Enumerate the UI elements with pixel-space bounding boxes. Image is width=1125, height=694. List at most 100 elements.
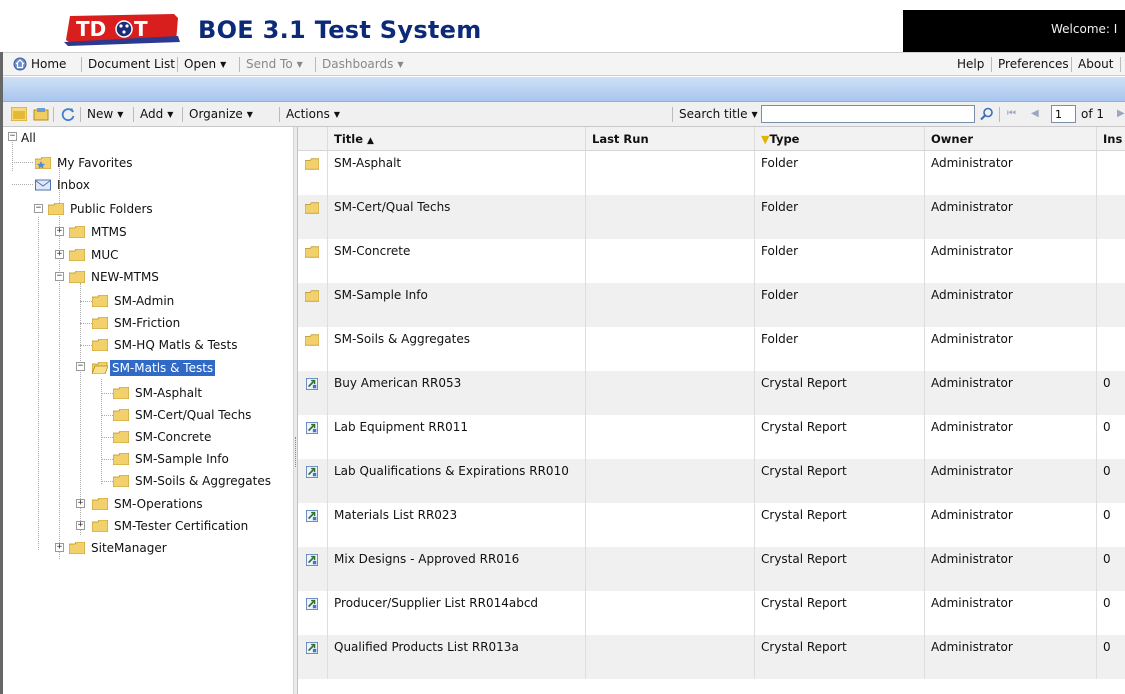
dashboards-menu[interactable]: Dashboards ▼ <box>322 57 404 71</box>
table-row[interactable]: Materials List RR023 Crystal Report Admini… <box>298 503 1125 547</box>
search-icon[interactable] <box>979 107 995 121</box>
expand-toggle[interactable]: + <box>76 521 85 530</box>
cell-title[interactable]: SM-Cert/Qual Techs <box>328 195 586 239</box>
collapse-toggle[interactable]: − <box>55 272 64 281</box>
tree-node-label: MTMS <box>91 225 127 239</box>
column-header-instances[interactable]: Ins <box>1097 127 1125 151</box>
tree-node-sm-asphalt[interactable]: SM-Asphalt <box>113 383 204 403</box>
tree-node-sm-operations[interactable]: SM-Operations <box>92 494 205 514</box>
cell-title[interactable]: Buy American RR053 <box>328 371 586 415</box>
tree-node-all[interactable]: All <box>21 128 36 148</box>
tree-node-sm-admin[interactable]: SM-Admin <box>92 291 176 311</box>
about-link[interactable]: About <box>1078 57 1113 71</box>
cell-title[interactable]: SM-Sample Info <box>328 283 586 327</box>
tree-node-sm-friction[interactable]: SM-Friction <box>92 313 182 333</box>
organize-menu[interactable]: Organize ▼ <box>189 107 253 121</box>
cell-title[interactable]: Lab Equipment RR011 <box>328 415 586 459</box>
row-icon-cell <box>298 459 328 503</box>
tree-node-sm-sample-info[interactable]: SM-Sample Info <box>113 449 231 469</box>
expand-toggle[interactable]: + <box>76 499 85 508</box>
first-page-icon[interactable]: ⏮ <box>1007 108 1016 119</box>
preferences-link[interactable]: Preferences <box>998 57 1069 71</box>
chevron-down-icon: ▼ <box>397 60 404 69</box>
help-link[interactable]: Help <box>957 57 984 71</box>
app-title: BOE 3.1 Test System <box>198 16 482 44</box>
cell-title[interactable]: Mix Designs - Approved RR016 <box>328 547 586 591</box>
new-menu[interactable]: New ▼ <box>87 107 123 121</box>
page-number-input[interactable] <box>1051 105 1076 123</box>
cell-title[interactable]: Producer/Supplier List RR014abcd <box>328 591 586 635</box>
tree-node-sm-tester-certification[interactable]: SM-Tester Certification <box>92 516 250 536</box>
table-row[interactable]: SM-Asphalt Folder Administrator <box>298 151 1125 195</box>
send-to-menu[interactable]: Send To ▼ <box>246 57 303 71</box>
column-header-title[interactable]: Title ▲ <box>328 127 586 151</box>
collapse-all-toggle[interactable]: − <box>8 132 17 141</box>
cell-instances: 0 <box>1097 459 1125 503</box>
open-menu[interactable]: Open ▼ <box>184 57 226 71</box>
actions-label: Actions <box>286 107 330 121</box>
crystal-report-icon <box>306 422 318 434</box>
table-row[interactable]: Producer/Supplier List RR014abcd Crystal … <box>298 591 1125 635</box>
cell-type: Crystal Report <box>755 371 925 415</box>
tree-node-muc[interactable]: MUC <box>69 245 121 265</box>
tree-connector <box>12 162 33 163</box>
expand-toggle[interactable]: + <box>55 250 64 259</box>
tree-node-sm-matls-tests[interactable]: SM-Matls & Tests <box>92 358 216 378</box>
table-row[interactable]: Lab Equipment RR011 Crystal Report Adminis… <box>298 415 1125 459</box>
table-row[interactable]: SM-Concrete Folder Administrator <box>298 239 1125 283</box>
toolbar-separator <box>672 107 673 122</box>
organize-label: Organize <box>189 107 243 121</box>
cell-title[interactable]: SM-Asphalt <box>328 151 586 195</box>
table-row[interactable]: SM-Soils & Aggregates Folder Administrator <box>298 327 1125 371</box>
tree-node-mtms[interactable]: MTMS <box>69 222 129 242</box>
cell-title[interactable]: Materials List RR023 <box>328 503 586 547</box>
new-label: New <box>87 107 114 121</box>
table-row[interactable]: Lab Qualifications & Expirations RR010 Cr… <box>298 459 1125 503</box>
tree-node-my-favorites[interactable]: My Favorites <box>35 153 134 173</box>
cell-title[interactable]: SM-Concrete <box>328 239 586 283</box>
tree-node-inbox[interactable]: Inbox <box>35 175 92 195</box>
categories-icon[interactable] <box>33 107 49 121</box>
document-list-grid: Title ▲ Last Run ▼Type Owner Ins SM-Asph… <box>298 127 1125 694</box>
column-header-label: Last Run <box>592 132 649 146</box>
tree-node-new-mtms[interactable]: NEW-MTMS <box>69 267 161 287</box>
column-header-type[interactable]: ▼Type <box>755 127 925 151</box>
next-page-icon[interactable]: ▶ <box>1117 108 1125 119</box>
table-row[interactable]: SM-Sample Info Folder Administrator <box>298 283 1125 327</box>
tree-node-label: SM-Matls & Tests <box>110 360 216 376</box>
search-input[interactable] <box>761 105 975 123</box>
row-icon-cell <box>298 371 328 415</box>
folder-view-icon[interactable] <box>11 107 27 121</box>
add-menu[interactable]: Add ▼ <box>140 107 173 121</box>
cell-title[interactable]: Qualified Products List RR013a <box>328 635 586 679</box>
search-scope-menu[interactable]: Search title ▼ <box>679 107 758 121</box>
tree-node-sm-cert-qual-techs[interactable]: SM-Cert/Qual Techs <box>113 405 253 425</box>
table-row[interactable]: Mix Designs - Approved RR016 Crystal Repo… <box>298 547 1125 591</box>
document-list-link[interactable]: Document List <box>88 57 175 71</box>
table-row[interactable]: Buy American RR053 Crystal Report Administ… <box>298 371 1125 415</box>
tree-node-sitemanager[interactable]: SiteManager <box>69 538 169 558</box>
cell-title[interactable]: Lab Qualifications & Expirations RR010 <box>328 459 586 503</box>
refresh-icon[interactable] <box>60 107 76 121</box>
collapse-toggle[interactable]: − <box>76 362 85 371</box>
tree-node-sm-soils-aggregates[interactable]: SM-Soils & Aggregates <box>113 471 273 491</box>
splitter-grip[interactable] <box>295 437 297 467</box>
actions-menu[interactable]: Actions ▼ <box>286 107 340 121</box>
tree-node-public-folders[interactable]: Public Folders <box>48 199 155 219</box>
expand-toggle[interactable]: + <box>55 227 64 236</box>
cell-last-run <box>586 195 755 239</box>
cell-title[interactable]: SM-Soils & Aggregates <box>328 327 586 371</box>
expand-toggle[interactable]: + <box>55 543 64 552</box>
previous-page-icon[interactable]: ◀ <box>1031 108 1039 119</box>
folder-icon <box>69 271 85 283</box>
home-icon[interactable] <box>13 57 27 71</box>
tree-node-sm-concrete[interactable]: SM-Concrete <box>113 427 213 447</box>
table-row[interactable]: Qualified Products List RR013a Crystal Re… <box>298 635 1125 679</box>
collapse-toggle[interactable]: − <box>34 204 43 213</box>
column-header-last-run[interactable]: Last Run <box>586 127 755 151</box>
table-row[interactable]: SM-Cert/Qual Techs Folder Administrator <box>298 195 1125 239</box>
tree-node-sm-hq-matls-tests[interactable]: SM-HQ Matls & Tests <box>92 335 239 355</box>
inbox-icon <box>35 179 51 191</box>
home-link[interactable]: Home <box>31 57 66 71</box>
column-header-owner[interactable]: Owner <box>925 127 1097 151</box>
